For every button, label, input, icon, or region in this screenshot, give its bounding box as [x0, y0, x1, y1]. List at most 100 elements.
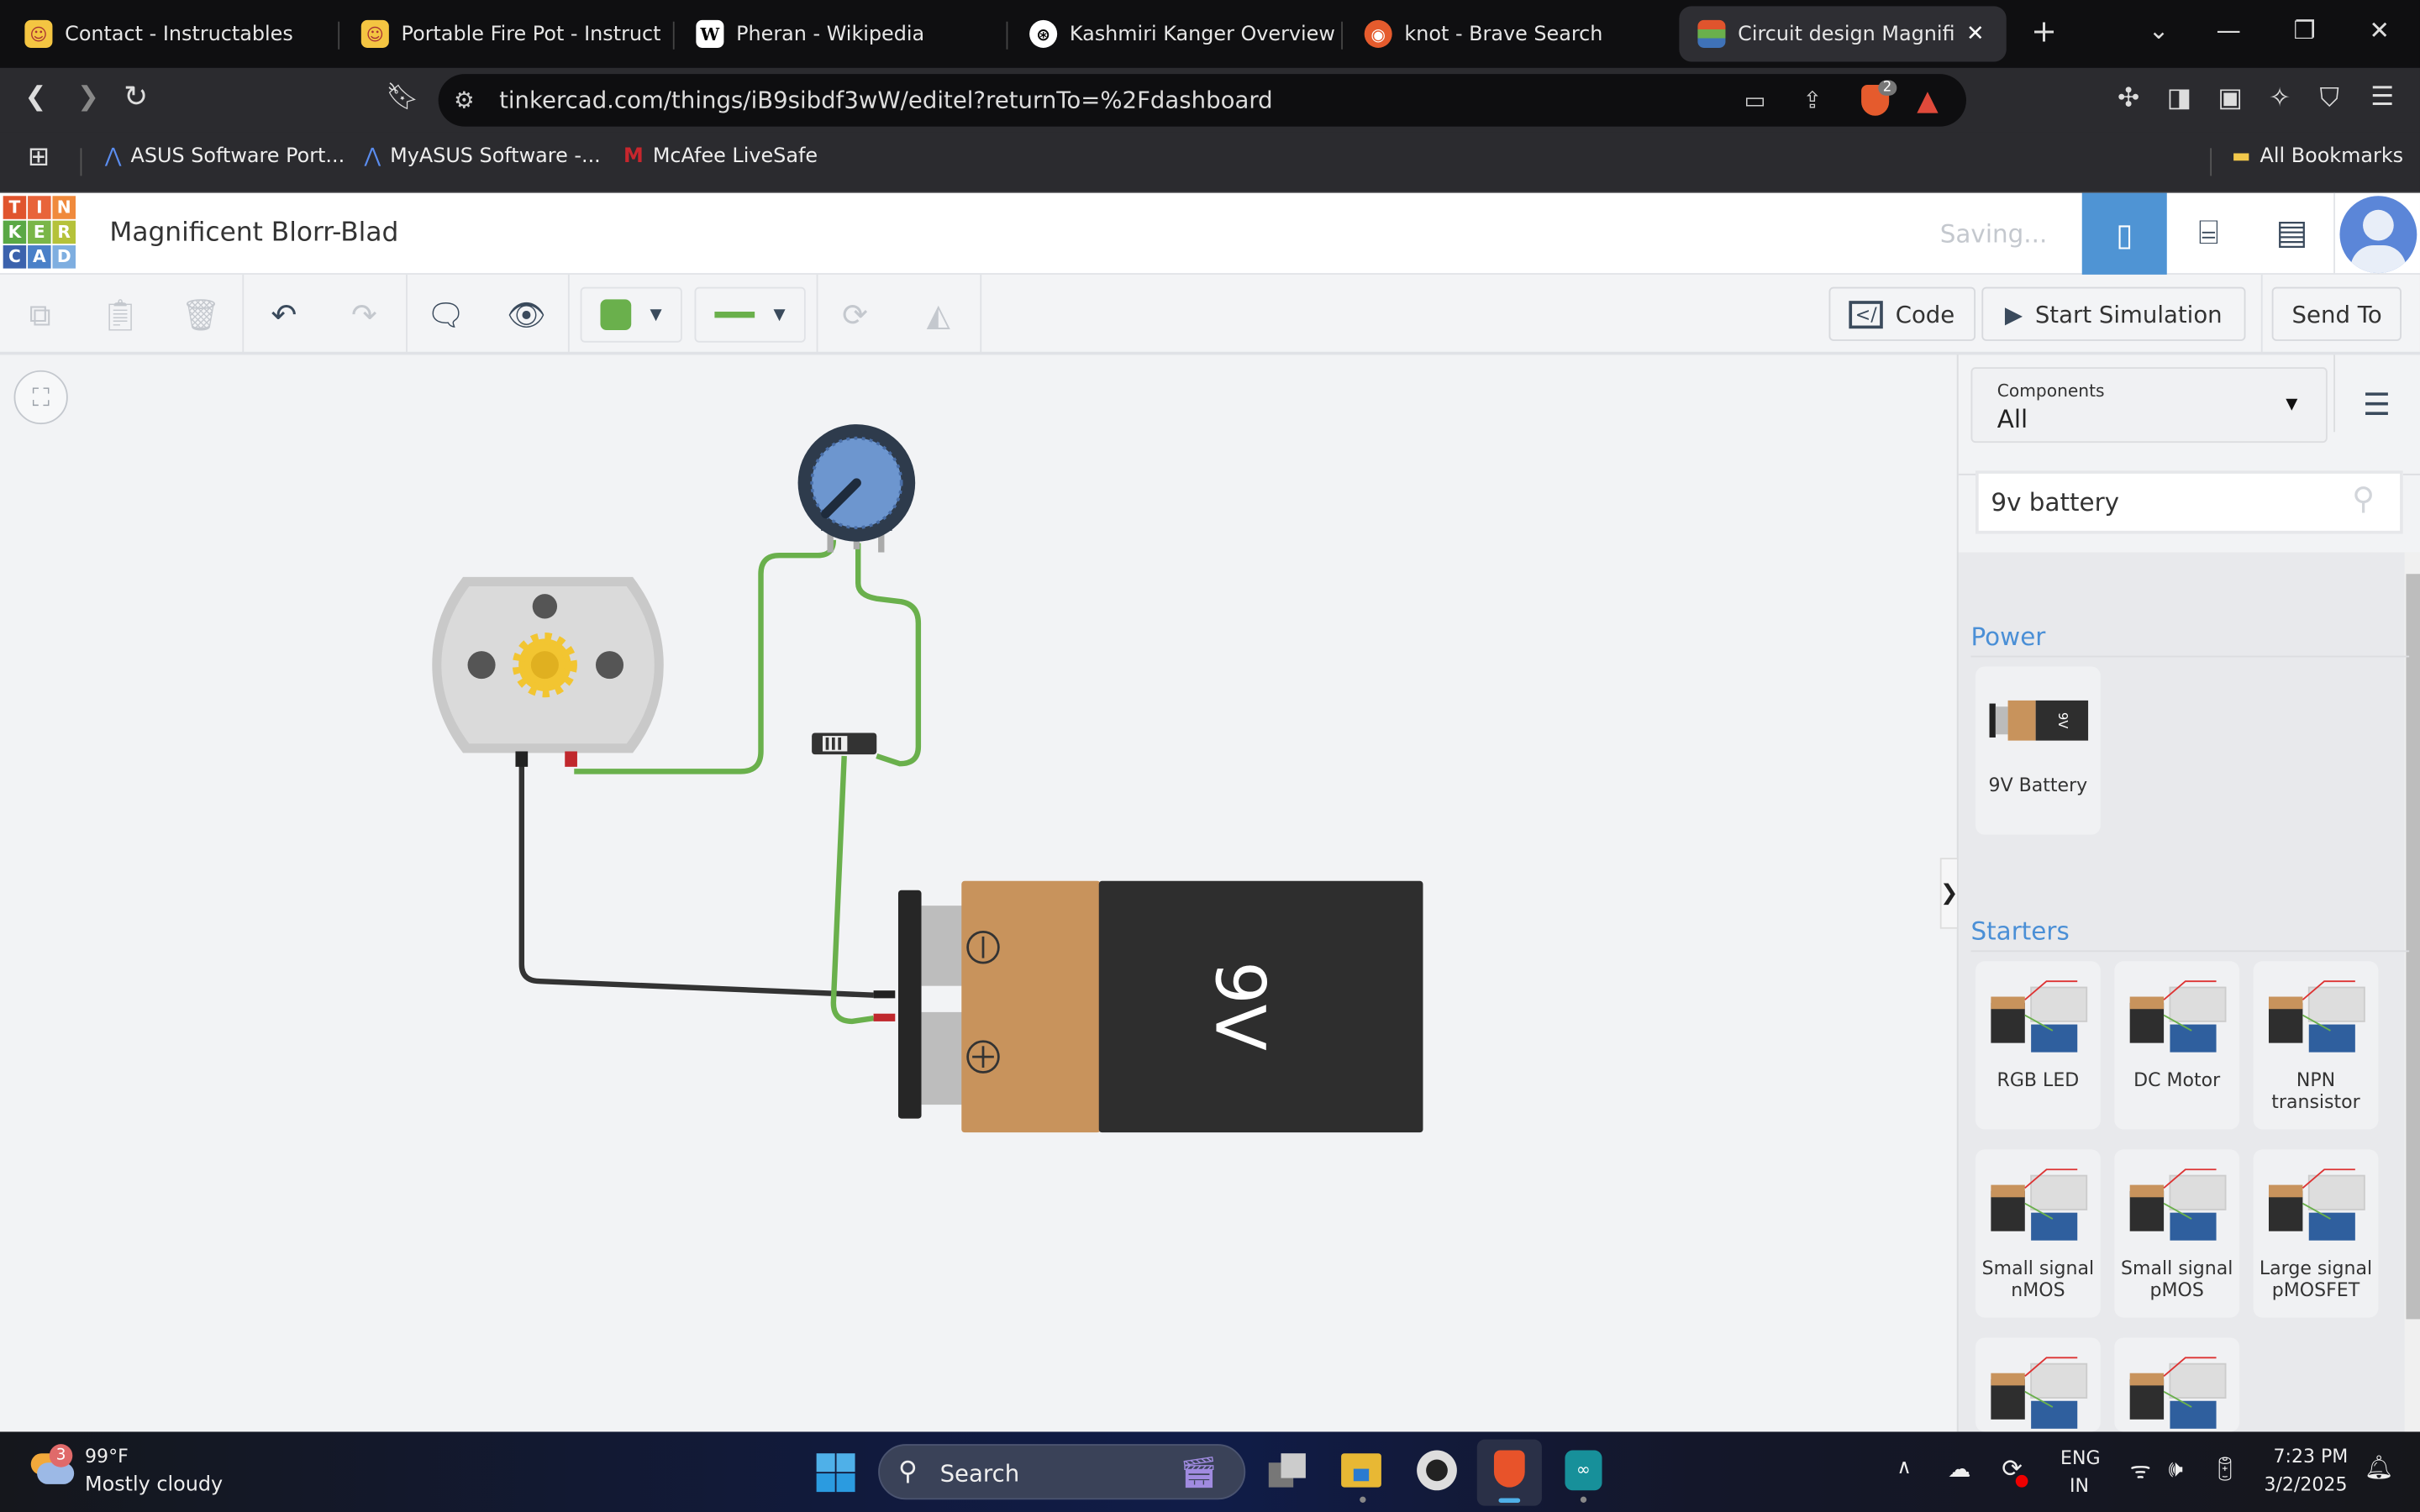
back-icon[interactable]: ❮ — [24, 81, 46, 113]
tab-knot-brave-search[interactable]: ◉ knot - Brave Search — [1339, 6, 1671, 61]
forward-icon[interactable]: ❯ — [77, 81, 99, 113]
delete-button[interactable]: 🗑︎ — [176, 287, 225, 343]
wifi-icon[interactable]: ᯤ — [2130, 1455, 2151, 1486]
restore-button[interactable]: ❐ — [2293, 15, 2315, 45]
bookmark-mcafee[interactable]: M McAfee LiveSafe — [623, 145, 818, 169]
flip-button[interactable]: ◭ — [913, 287, 963, 343]
user-avatar[interactable] — [2339, 196, 2417, 274]
file-explorer-icon[interactable] — [1341, 1453, 1381, 1488]
notes-button[interactable]: 🗨︎ — [421, 287, 471, 343]
tab-portable-fire-pot[interactable]: ☺ Portable Fire Pot - Instructab — [336, 6, 660, 61]
task-view-icon[interactable] — [1268, 1453, 1309, 1488]
caret-down-icon: ▼ — [2286, 396, 2298, 414]
brave-rewards-icon[interactable]: ▲ — [1917, 84, 1938, 117]
tab-circuit-design[interactable]: Circuit design Magnifice✕ — [1679, 6, 2007, 62]
component-list-button[interactable]: ▤ — [2250, 193, 2333, 275]
wire-color-dropdown[interactable]: ▼ — [580, 286, 682, 343]
bookmark-asus-software[interactable]: ⋀ ASUS Software Port... — [105, 145, 345, 169]
vpn-icon[interactable]: ⛉ — [2320, 83, 2339, 114]
brave-taskbar-button[interactable] — [1476, 1439, 1542, 1506]
show-hidden-icons-chevron[interactable]: ∧ — [1897, 1457, 1911, 1480]
all-bookmarks[interactable]: ▬ All Bookmarks — [2232, 145, 2403, 169]
close-window-button[interactable]: ✕ — [2369, 15, 2390, 45]
bookmark-myasus[interactable]: ⋀ MyASUS Software -... — [364, 145, 600, 169]
wallet-icon[interactable]: ▣ — [2217, 83, 2243, 114]
starter-card[interactable]: NPN transistor — [2253, 961, 2379, 1130]
undo-button[interactable]: ↶ — [260, 287, 309, 343]
notes-visibility-button[interactable]: 👁︎ — [502, 287, 551, 343]
starter-card[interactable]: RGB LED — [1975, 961, 2101, 1130]
share-icon[interactable]: ⇪ — [1802, 87, 1822, 114]
notification-bell-icon[interactable]: 🔔︎ — [2365, 1453, 2394, 1481]
component-9v-battery[interactable]: 9V 9V Battery — [1975, 666, 2101, 835]
code-button[interactable]: </Code — [1828, 286, 1975, 341]
browser-tab-bar: ☺ Contact - Instructables ☺ Portable Fire … — [0, 0, 2420, 68]
search-input[interactable]: 9v battery ⚲ — [1975, 470, 2403, 534]
new-tab-button[interactable]: + — [2031, 13, 2057, 50]
taskbar-search[interactable]: ⚲ Search 🎬︎ — [878, 1444, 1246, 1500]
arduino-icon[interactable]: ∞ — [1565, 1450, 1602, 1491]
battery-9v[interactable]: 9V — [873, 880, 1423, 1133]
search-icon: ⚲ — [897, 1456, 918, 1488]
rotate-button[interactable]: ⟳ — [830, 287, 880, 343]
search-icon[interactable]: ⚲ — [2352, 480, 2375, 517]
starter-card[interactable]: DC Motor — [2114, 961, 2240, 1130]
cast-icon[interactable]: ▭ — [1744, 87, 1766, 114]
leo-ai-icon[interactable]: ✧ — [2269, 83, 2291, 114]
dc-motor[interactable] — [432, 576, 664, 767]
paste-button[interactable]: 📋︎ — [96, 287, 145, 343]
github-desktop-icon[interactable] — [1417, 1450, 1457, 1491]
close-tab-icon[interactable]: ✕ — [1966, 22, 1985, 46]
components-dropdown[interactable]: Components All ▼ — [1970, 367, 2328, 444]
extensions-icon[interactable]: ✣ — [2118, 83, 2139, 114]
section-starters: Starters — [1970, 916, 2410, 953]
sidebar-icon[interactable]: ◨ — [2167, 83, 2192, 114]
potentiometer[interactable] — [797, 424, 916, 553]
starter-card[interactable]: Small signal pMOS — [2114, 1149, 2240, 1318]
reload-icon[interactable]: ↻ — [124, 81, 148, 114]
starter-card[interactable]: Small signal nMOS — [1975, 1149, 2101, 1318]
starter-card[interactable] — [2114, 1337, 2240, 1432]
start-button[interactable] — [816, 1453, 855, 1493]
minimize-button[interactable]: — — [2217, 15, 2241, 45]
wire-green-switch-battery[interactable] — [830, 755, 875, 1025]
design-title[interactable]: Magnificent Blorr-Blad — [109, 218, 398, 249]
start-simulation-button[interactable]: ▶ Start Simulation — [1981, 286, 2246, 341]
menu-icon[interactable]: ☰ — [2370, 81, 2394, 113]
tinkercad-logo[interactable]: TIN KER CAD — [3, 196, 76, 269]
send-to-button[interactable]: Send To — [2271, 286, 2402, 341]
circuit-canvas[interactable]: ⛶ 9V ❯ — [0, 354, 1959, 1432]
search-highlight-icon: 🎬︎ — [1179, 1453, 1218, 1491]
url-bar[interactable]: ⚙ tinkercad.com/things/iB9sibdf3wW/edite… — [438, 74, 1966, 127]
collapse-panel-button[interactable]: ❯ — [1939, 858, 1959, 929]
circuit-view-button[interactable]: ▯ — [2081, 192, 2167, 275]
site-settings-icon[interactable]: ⚙ — [454, 87, 475, 114]
onedrive-icon[interactable]: ☁ — [1948, 1455, 1971, 1483]
tab-search-chevron-icon[interactable]: ⌄ — [2149, 15, 2170, 45]
folder-icon: ▬ — [2231, 144, 2251, 169]
starter-card[interactable]: Large signal pMOSFET — [2253, 1149, 2379, 1318]
volume-icon[interactable]: 🕪︎ — [2169, 1455, 2183, 1483]
clipboard-icon: 📋︎ — [100, 296, 140, 333]
copy-button[interactable]: ⧉ — [15, 287, 65, 343]
starter-thumbnail — [1975, 1337, 2101, 1446]
tab-contact-instructables[interactable]: ☺ Contact - Instructables — [0, 6, 332, 61]
slide-switch[interactable] — [812, 732, 877, 755]
instructables-icon: ☺ — [360, 19, 389, 48]
bookmark-icon[interactable]: 🔖︎ — [386, 81, 419, 113]
wire-type-dropdown[interactable]: ▼ — [694, 286, 806, 343]
schematic-view-button[interactable]: ⌸ — [2167, 193, 2250, 275]
tab-pheran-wikipedia[interactable]: W Pheran - Wikipedia — [671, 6, 1003, 61]
battery-status-icon[interactable]: 🔋︎ — [2210, 1455, 2239, 1483]
redo-button[interactable]: ↷ — [339, 287, 389, 343]
starter-card[interactable] — [1975, 1337, 2101, 1432]
tab-kashmiri-kanger[interactable]: ⊛ Kashmiri Kanger Overview — [1005, 6, 1337, 61]
wire-green-pot-switch[interactable] — [855, 543, 922, 767]
weather-icon[interactable]: 3 — [30, 1444, 75, 1487]
apps-grid-icon[interactable]: ⊞ — [28, 142, 50, 173]
undo-icon: ↶ — [271, 296, 297, 333]
panel-scrollbar[interactable] — [2404, 552, 2420, 1432]
instructables-icon: ☺ — [24, 19, 53, 48]
list-view-button[interactable]: ☰ — [2363, 386, 2391, 423]
wire-black[interactable] — [518, 764, 874, 998]
